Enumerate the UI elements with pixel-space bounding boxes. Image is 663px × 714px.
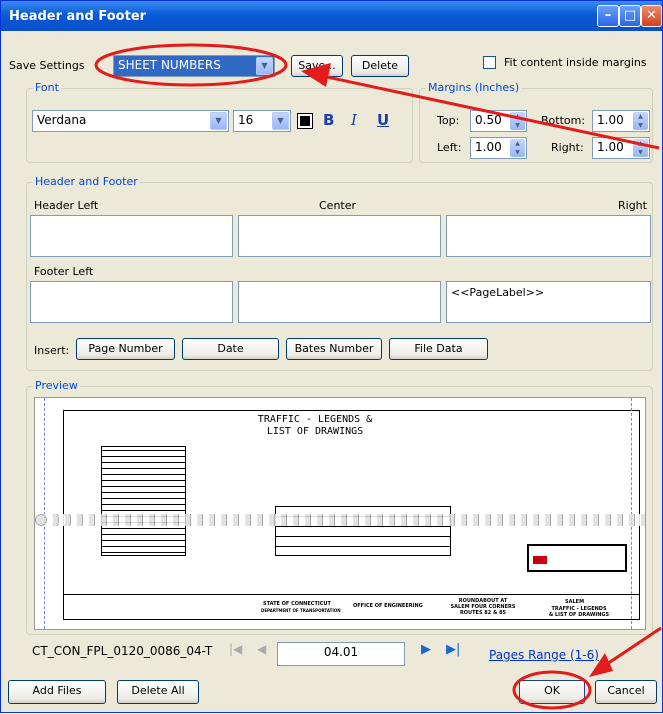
annotation-ellipse [94,43,288,87]
annotation-overlay [94,43,662,710]
annotation-arrowhead [589,653,613,677]
annotation-ellipse [512,670,592,710]
annotation-arrowhead [301,63,331,87]
annotation-arrow-line [312,72,660,150]
header-footer-dialog: Header and Footer – □ ✕ Save Settings SH… [0,0,663,713]
